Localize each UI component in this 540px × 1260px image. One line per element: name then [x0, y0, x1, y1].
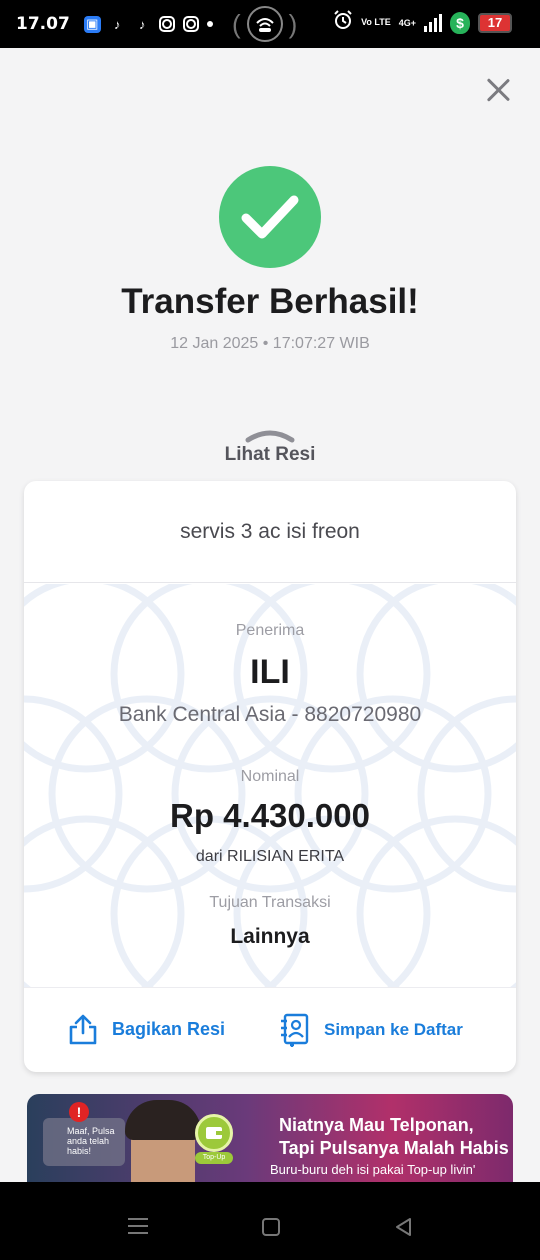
amount-label: Nominal [240, 768, 300, 785]
banner-person-image [125, 1100, 201, 1182]
battery-level: 17 [487, 15, 503, 30]
status-bar-right: Vo LTE 4G+ $ 17 [333, 10, 512, 35]
volte-indicator: Vo LTE [361, 17, 391, 27]
app-notification-icon: ▣ [83, 15, 101, 33]
share-icon [69, 1014, 97, 1045]
hotspot-indicator: ( ) [232, 6, 297, 42]
save-to-list-label: Simpan ke Daftar [324, 1020, 463, 1039]
recipient-label: Penerima [235, 622, 305, 639]
transfer-amount: Rp 4.430.000 [170, 797, 370, 834]
tiktok-icon: ♪ [114, 16, 121, 32]
banner-alert-popup: Maaf, Pulsa anda telah habis! [43, 1118, 125, 1166]
banner-headline: Niatnya Mau Telponan, Tapi Pulsanya Mala… [279, 1114, 509, 1160]
instagram-icon [182, 16, 199, 32]
hotspot-icon [246, 6, 283, 42]
purpose-label: Tujuan Transaksi [209, 894, 331, 911]
recipient-name: ILI [250, 653, 290, 691]
recipient-bank: Bank Central Asia - 8820720980 [118, 703, 422, 726]
page-title: Transfer Berhasil! [121, 282, 419, 321]
banner-subtext: Buru-buru deh isi pakai Top-up livin' [270, 1162, 476, 1177]
network-type: 4G+ [398, 17, 416, 28]
receipt-card: servis 3 ac isi freon Penerima ILI Bank … [24, 481, 516, 1072]
battery-icon: 17 [478, 12, 512, 33]
topup-badge: Top-Up [195, 1152, 233, 1164]
instagram-icon [158, 16, 175, 32]
alarm-icon [333, 10, 353, 35]
transfer-note: servis 3 ac isi freon [24, 481, 516, 583]
exclamation-icon: ! [69, 1102, 89, 1122]
save-contact-icon [281, 1013, 309, 1047]
home-icon[interactable] [262, 1218, 280, 1236]
success-check-icon [219, 166, 321, 268]
status-bar: 17.07 ▣ ♪ ♪ ( ) Vo LTE 4G+ $ 17 [0, 0, 540, 48]
view-receipt-toggle[interactable]: Lihat Resi [0, 444, 540, 466]
status-bar-left: 17.07 ▣ ♪ ♪ [16, 14, 213, 34]
back-icon[interactable] [394, 1217, 414, 1237]
more-notifications-dot [206, 21, 213, 27]
share-receipt-label: Bagikan Resi [112, 1018, 226, 1039]
banner-headline-line1: Niatnya Mau Telponan, [279, 1115, 474, 1135]
promo-banner[interactable]: Maaf, Pulsa anda telah habis! ! Top-Up N… [27, 1094, 513, 1182]
check-icon [241, 195, 299, 239]
transaction-datetime: 12 Jan 2025 • 17:07:27 WIB [170, 335, 370, 352]
money-app-icon: $ [450, 11, 470, 34]
tiktok-icon: ♪ [139, 16, 146, 32]
chevron-up-icon[interactable] [244, 428, 296, 444]
save-to-list-button[interactable]: Simpan ke Daftar [278, 1013, 463, 1047]
recent-apps-icon[interactable] [128, 1218, 148, 1234]
share-receipt-button[interactable]: Bagikan Resi [68, 1013, 225, 1045]
close-icon[interactable] [484, 76, 512, 104]
transaction-purpose: Lainnya [230, 925, 310, 948]
system-nav-bar [0, 1182, 540, 1260]
card-divider [24, 987, 516, 988]
sender-name: dari RILISIAN ERITA [195, 848, 345, 865]
status-time: 17.07 [16, 14, 70, 34]
wallet-icon [195, 1114, 233, 1152]
banner-headline-line2: Tapi Pulsanya Malah Habis [279, 1138, 509, 1158]
signal-icon [424, 13, 442, 32]
